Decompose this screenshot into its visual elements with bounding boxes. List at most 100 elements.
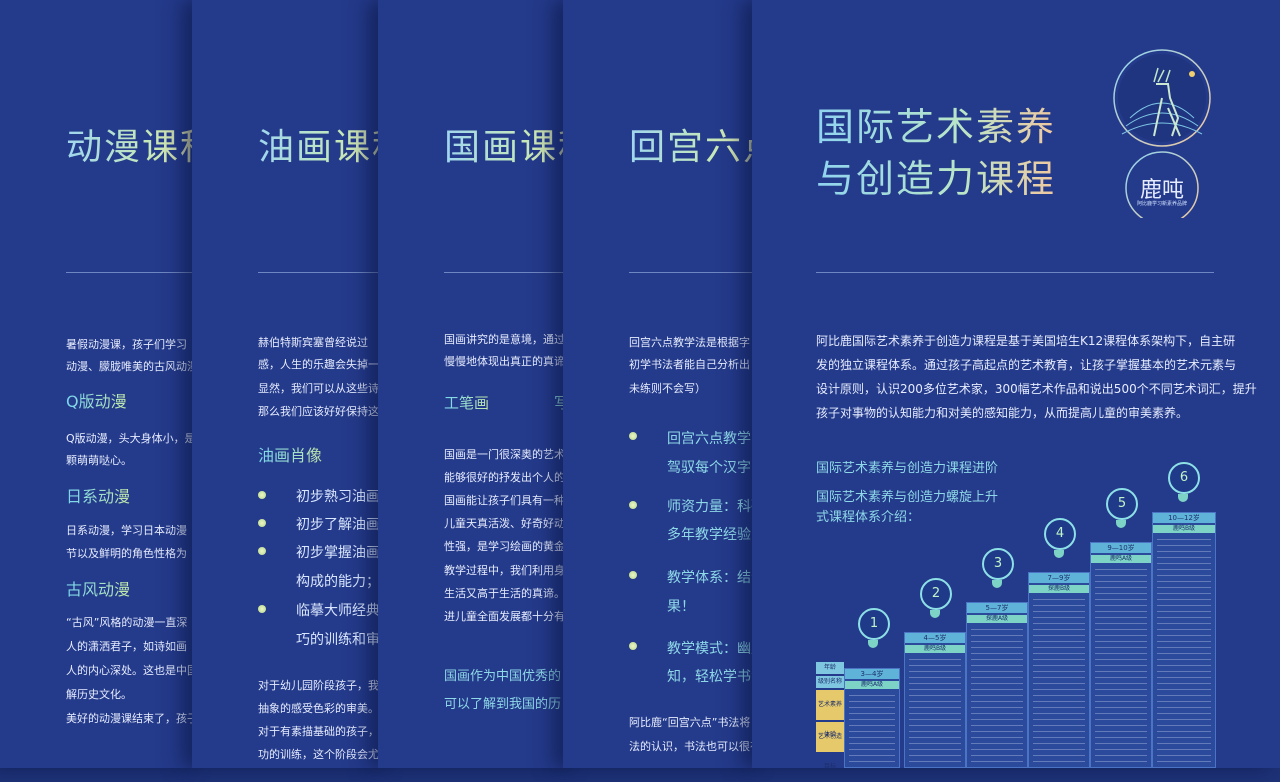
stair-step: 5—7岁 探鹿A级 — [966, 602, 1028, 768]
step-age: 5—7岁 — [967, 603, 1027, 613]
step-number-badge: 2 — [920, 578, 952, 618]
paragraph-line: 人的内心深处。这也是中国 — [66, 664, 198, 677]
intro-line: 慢慢地体现出真正的真谛 — [444, 355, 565, 368]
guohua-title: 国画课程 — [444, 118, 578, 170]
bullet-icon — [258, 519, 266, 527]
bullet-icon — [629, 501, 637, 509]
page-chinese-painting-course: 国画课程 国画讲究的是意境，通过 慢慢地体现出真正的真谛 工笔画 写 国画是一门… — [378, 0, 578, 768]
paragraph-line: 儿童天真活泼、好奇好动 — [444, 517, 565, 530]
table-label: 艺术创造目标 — [816, 722, 844, 770]
section-heading: Q版动漫 — [66, 388, 127, 412]
bullet-item: 初步掌握油画 — [296, 545, 380, 561]
divider — [258, 272, 392, 273]
bullet-item: 临摹大师经典 — [296, 603, 380, 619]
bullet-icon — [629, 432, 637, 440]
bullet-continuation: 巧的训练和审 — [296, 632, 380, 648]
paragraph-line: 法的认识，书法也可以很有 — [629, 740, 761, 753]
section-heading: 古风动漫 — [66, 576, 130, 600]
section-heading: 油画肖像 — [258, 442, 322, 466]
intro-line: 那么我们应该好好保持这 — [258, 405, 379, 418]
step-number-badge: 1 — [858, 608, 890, 648]
intro-line: 回宫六点教学法是根据字 — [629, 336, 750, 349]
bullet-continuation: 知，轻松学书法 — [667, 669, 763, 685]
bullet-icon — [258, 547, 266, 555]
table-row-labels: 年龄 级别名称 艺术素养体验 艺术创造目标 — [816, 662, 844, 770]
section-heading: 日系动漫 — [66, 483, 130, 507]
paragraph-line: 国画是一门很深奥的艺术 — [444, 448, 565, 461]
step-level: 探鹿A级 — [967, 615, 1027, 623]
step-number-badge: 3 — [982, 548, 1014, 588]
page-art-literacy-course: 国际艺术素养 与创造力课程 鹿吨 阿比鹿学习新素养品牌 阿比鹿国际艺术素养于创造… — [752, 0, 1280, 768]
paragraph-line: 对于幼儿园阶段孩子，我 — [258, 679, 379, 692]
intro-line: 感，人生的乐趣会失掉一 — [258, 358, 379, 371]
paragraph-line: 阿比鹿“回宫六点”书法将 — [629, 716, 751, 729]
step-number-badge: 5 — [1106, 488, 1138, 528]
bullet-continuation: 果！ — [667, 599, 695, 615]
paragraph-line: Q版动漫，头大身体小，是 — [66, 432, 196, 445]
bullet-item: 回宫六点教学 — [667, 431, 751, 447]
bullet-item: 教学模式：幽默 — [667, 641, 763, 657]
anime-title: 动漫课程 — [66, 118, 200, 170]
table-label: 艺术素养体验 — [816, 690, 844, 738]
paragraph-line: 性强，是学习绘画的黄金 — [444, 540, 565, 553]
divider — [629, 272, 763, 273]
bullet-item: 初步了解油画 — [296, 517, 380, 533]
intro-line: 动漫、朦胧唯美的古风动漫 — [66, 360, 198, 373]
paragraph-line: “古风”风格的动漫一直深 — [66, 616, 188, 629]
paragraph-line: 能够很好的抒发出个人的 — [444, 471, 565, 484]
divider — [66, 272, 200, 273]
step-age: 3—4岁 — [845, 669, 899, 679]
paragraph-line: 解历史文化。 — [66, 688, 132, 701]
bullet-item: 初步熟习油画 — [296, 489, 380, 505]
bullet-continuation: 多年教学经验 — [667, 527, 751, 543]
paragraph-line: 节以及鲜明的角色性格为 — [66, 547, 187, 560]
paragraph-line: 美好的动漫课结束了，孩子 — [66, 712, 198, 725]
paragraph-line: 对于有素描基础的孩子， — [258, 725, 379, 738]
paragraph-line: 生活又高于生活的真谛。 — [444, 587, 565, 600]
table-label: 年龄 — [816, 662, 844, 674]
step-level: 鹿鸣A级 — [845, 681, 899, 689]
table-label: 级别名称 — [816, 676, 844, 688]
paragraph-line: 抽象的感受色彩的审美。 — [258, 702, 379, 715]
page-anime-course: 动漫课程 暑假动漫课，孩子们学习 动漫、朦胧唯美的古风动漫 Q版动漫 Q版动漫，… — [0, 0, 200, 768]
step-age: 10—12岁 — [1153, 513, 1215, 523]
highlight-line: 国画作为中国优秀的 — [444, 669, 562, 684]
step-level: 探鹿B级 — [1029, 585, 1089, 593]
step-number-badge: 6 — [1168, 462, 1200, 502]
step-number-badge: 4 — [1044, 518, 1076, 558]
stair-step: 7—9岁 探鹿B级 — [1028, 572, 1090, 768]
paragraph-line: 进儿童全面发展都十分有 — [444, 610, 565, 623]
paragraph-line: 功的训练，这个阶段会尤 — [258, 748, 379, 761]
stair-step: 9—10岁 鹿鸣A级 — [1090, 542, 1152, 768]
paragraph-line: 日系动漫，学习日本动漫 — [66, 524, 187, 537]
bullet-item: 教学体系：结合 — [667, 570, 763, 586]
paragraph-line: 国画能让孩子们具有一种 — [444, 494, 565, 507]
page-calligraphy-course: 回宫六点 回宫六点教学法是根据字 初学书法者能自己分析出 未练则不会写） 回宫六… — [563, 0, 763, 768]
intro-line: 显然，我们可以从这些诗 — [258, 382, 379, 395]
intro-line: 初学书法者能自己分析出 — [629, 358, 750, 371]
bullet-icon — [258, 491, 266, 499]
page-oil-painting-course: 油画课程 赫伯特斯宾塞曾经说过 感，人生的乐趣会失掉一 显然，我们可以从这些诗 … — [192, 0, 392, 768]
bullet-icon — [629, 642, 637, 650]
paragraph-line: 教学过程中，我们利用身 — [444, 564, 565, 577]
step-age: 9—10岁 — [1091, 543, 1151, 553]
paragraph-line: 颗萌萌哒心。 — [66, 454, 132, 467]
stair-step: 3—4岁 鹿鸣A级 — [844, 668, 900, 768]
oil-title: 油画课程 — [258, 118, 392, 170]
stair-step: 10—12岁 鹿鸣B级 — [1152, 512, 1216, 768]
bullet-item: 师资力量：科研 — [667, 499, 763, 515]
bullet-icon — [258, 605, 266, 613]
huigong-title: 回宫六点 — [629, 118, 763, 170]
tab-gongbi[interactable]: 工笔画 — [444, 392, 489, 413]
intro-line: 赫伯特斯宾塞曾经说过 — [258, 336, 368, 349]
step-level: 鹿鸣B级 — [1153, 525, 1215, 533]
intro-line: 未练则不会写） — [629, 382, 706, 395]
paragraph-line: 人的潇洒君子，如诗如画 — [66, 640, 187, 653]
step-level: 鹿鸣A级 — [1091, 555, 1151, 563]
intro-line: 国画讲究的是意境，通过 — [444, 333, 565, 346]
intro-line: 暑假动漫课，孩子们学习 — [66, 338, 187, 351]
step-age: 4—5岁 — [905, 633, 965, 643]
bullet-icon — [629, 571, 637, 579]
divider — [444, 272, 578, 273]
stair-step: 4—5岁 鹿鸣B级 — [904, 632, 966, 768]
